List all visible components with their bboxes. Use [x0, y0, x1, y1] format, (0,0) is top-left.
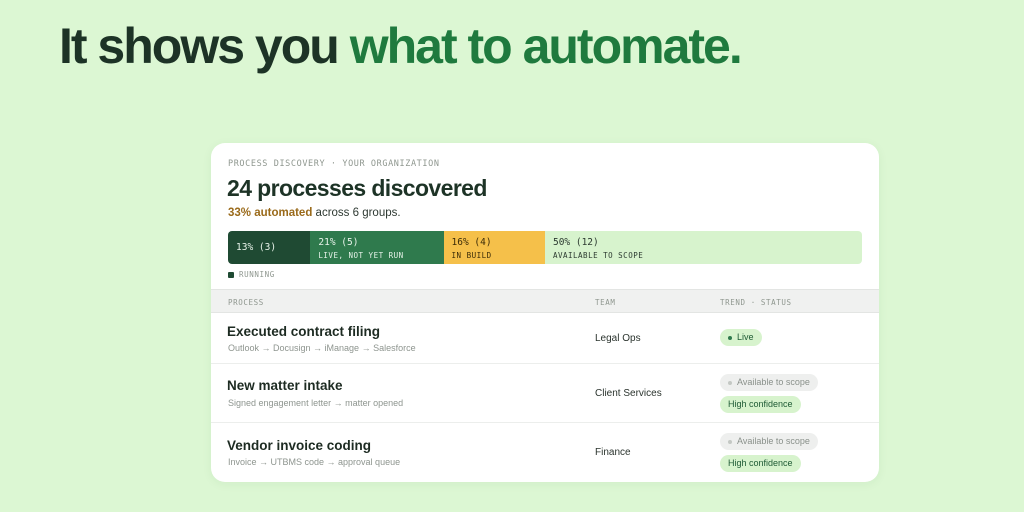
- status-dot-icon: [728, 335, 732, 340]
- bar-segment-scope[interactable]: 50% (12) AVAILABLE TO SCOPE: [544, 231, 862, 264]
- subtitle-rest: across 6 groups.: [312, 207, 401, 219]
- table-row[interactable]: Vendor invoice coding Invoice → UTBMS co…: [211, 423, 879, 482]
- status-text: Available to scope: [737, 436, 810, 446]
- legend-swatch: [228, 271, 234, 278]
- status-text: Available to scope: [737, 377, 810, 387]
- process-flow: Signed engagement letter → matter opened: [228, 398, 404, 408]
- bar-segment-build[interactable]: 16% (4) IN BUILD: [443, 231, 545, 264]
- process-name: New matter intake: [227, 378, 343, 393]
- card-title: 24 processes discovered: [227, 175, 487, 201]
- status-breakdown-bar: 13% (3) 21% (5) LIVE, NOT YET RUN 16% (4…: [228, 231, 862, 264]
- header-status: TREND · STATUS: [720, 298, 792, 307]
- bar-segment-live[interactable]: 21% (5) LIVE, NOT YET RUN: [310, 231, 444, 264]
- status-dot-icon: [728, 439, 732, 444]
- process-discovery-card: PROCESS DISCOVERY · YOUR ORGANIZATION 24…: [211, 143, 879, 482]
- segment-label: AVAILABLE TO SCOPE: [552, 251, 644, 260]
- header-process: PROCESS: [228, 298, 264, 307]
- segment-label: IN BUILD: [451, 251, 492, 260]
- headline-part1: It shows you: [59, 18, 350, 74]
- segment-label: LIVE, NOT YET RUN: [318, 251, 404, 260]
- segment-value: 13% (3): [236, 242, 277, 253]
- table-row[interactable]: New matter intake Signed engagement lett…: [211, 364, 879, 423]
- status-badge-scope: Available to scope: [720, 433, 818, 450]
- legend-label: RUNNING: [239, 270, 275, 279]
- header-team: TEAM: [595, 298, 616, 307]
- status-dot-icon: [728, 380, 732, 385]
- confidence-text: High confidence: [728, 458, 793, 468]
- table-header: PROCESS TEAM TREND · STATUS: [211, 289, 879, 313]
- automated-percent: 33% automated: [228, 207, 313, 219]
- process-team: Legal Ops: [595, 333, 641, 344]
- process-flow: Invoice → UTBMS code → approval queue: [228, 457, 401, 467]
- process-team: Finance: [595, 447, 631, 458]
- segment-value: 21% (5): [318, 237, 359, 248]
- process-name: Executed contract filing: [227, 324, 381, 339]
- confidence-text: High confidence: [728, 399, 793, 409]
- confidence-badge: High confidence: [720, 396, 801, 413]
- status-badge-live: Live: [720, 329, 762, 346]
- process-team: Client Services: [595, 388, 662, 399]
- status-text: Live: [737, 332, 754, 342]
- card-eyebrow: PROCESS DISCOVERY · YOUR ORGANIZATION: [228, 159, 440, 169]
- card-subtitle: 33% automated across 6 groups.: [228, 207, 401, 219]
- table-row[interactable]: Executed contract filing Outlook → Docus…: [211, 313, 879, 364]
- bar-legend: RUNNING: [228, 270, 275, 279]
- headline-accent: what to automate.: [349, 18, 743, 74]
- segment-value: 50% (12): [552, 237, 599, 248]
- confidence-badge: High confidence: [720, 455, 801, 472]
- bar-segment-running[interactable]: 13% (3): [228, 231, 311, 264]
- segment-value: 16% (4): [451, 237, 492, 248]
- process-name: Vendor invoice coding: [227, 438, 372, 453]
- headline: It shows you what to automate.: [59, 18, 743, 74]
- status-badge-scope: Available to scope: [720, 374, 818, 391]
- process-flow: Outlook → Docusign → iManage → Salesforc…: [228, 343, 416, 353]
